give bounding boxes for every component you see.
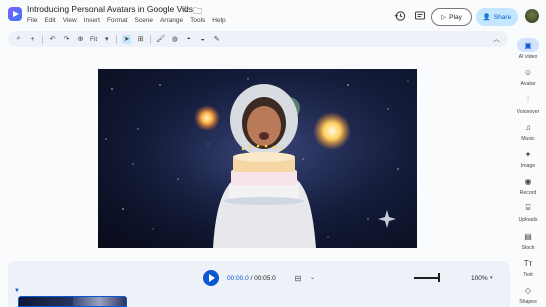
fill-color-icon[interactable]: ◒ [198,35,207,44]
timeline-clip[interactable] [18,296,127,307]
sidebar-item-label: Image [520,163,536,169]
menu-scene[interactable]: Scene [135,17,153,24]
sidebar-item-ai-video[interactable]: ▣ AI video [510,38,546,64]
zoom-icon[interactable]: ⊕ [76,35,85,44]
sidebar-item-image[interactable]: ✦ Image [510,147,546,173]
sidebar-item-label: AI video [518,54,538,60]
timeline-play-button[interactable] [203,270,219,286]
chevron-down-icon[interactable]: ▾ [490,275,493,281]
version-history-icon[interactable] [394,10,406,22]
background-color-icon[interactable]: ◍ [170,35,179,44]
sidebar-item-shapes[interactable]: ◇ Shapes [510,283,546,307]
collapse-toolbar-icon[interactable]: ︿ [493,34,500,44]
sidebar-item-music[interactable]: ♫ Music [510,120,546,146]
menu-format[interactable]: Format [107,17,128,24]
sidebar-item-label: Uploads [518,217,538,223]
share-button[interactable]: 👤 Share [476,8,518,26]
paint-format-icon[interactable]: 🖌 [156,35,165,44]
account-avatar[interactable] [525,9,539,23]
play-button[interactable]: ▷ Play [431,8,472,26]
add-icon[interactable]: + [28,35,37,44]
border-color-icon[interactable]: ◓ [184,35,193,44]
menu-file[interactable]: File [27,17,37,24]
menu-help[interactable]: Help [212,17,225,24]
avatar-icon: ☺ [523,67,533,77]
chevron-down-icon[interactable]: ▾ [102,35,111,44]
toolbar-divider [42,34,43,44]
text-icon: Tт [523,258,533,268]
comments-icon[interactable] [414,10,426,22]
sidebar-item-avatar[interactable]: ☺ Avatar [510,65,546,91]
sidebar-item-label: Avatar [520,81,536,87]
sidebar-item-voiceover[interactable]: ⫶ Voiceover [510,93,546,119]
uploads-icon: ⌸ [525,203,531,212]
ai-video-icon: ▣ [517,38,539,52]
insert-text-box-icon[interactable]: ⊞ [136,35,145,44]
editor-toolbar: ⌕ + ↶ ↷ ⊕ Fit ▾ ➤ ⊞ 🖌 ◍ ◓ ◒ ✎ ︿ [8,31,508,47]
play-icon: ▷ [441,14,447,21]
toolbar-divider [150,34,152,44]
stock-icon: ▤ [524,231,532,241]
timeline-zoom-level[interactable]: 100% [471,275,488,282]
edit-icon[interactable]: ✎ [212,35,221,44]
menu-arrange[interactable]: Arrange [160,17,183,24]
redo-icon[interactable]: ↷ [62,35,71,44]
sidebar-item-record[interactable]: ◉ Record [510,174,546,200]
video-scene-preview[interactable] [98,69,417,248]
sidebar-item-label: Music [521,136,535,142]
toolbar-divider [116,34,118,44]
vids-logo-icon[interactable] [8,7,22,21]
sidebar-item-uploads[interactable]: ⌸ Uploads [510,201,546,227]
menu-view[interactable]: View [63,17,77,24]
clip-thumbnail [19,297,73,306]
playhead-marker-icon[interactable]: ▼ [14,288,20,294]
timeline-zoom-handle[interactable] [438,273,440,282]
select-cursor-icon[interactable]: ➤ [122,34,132,44]
play-button-label: Play [449,13,462,21]
music-icon: ♫ [525,122,531,132]
chevron-down-icon[interactable]: ⌄ [310,274,315,281]
undo-icon[interactable]: ↶ [48,35,57,44]
sidebar-item-stock[interactable]: ▤ Stock [510,229,546,255]
zoom-fit-select[interactable]: Fit [90,36,97,43]
menu-edit[interactable]: Edit [44,17,55,24]
image-icon: ✦ [524,149,532,159]
menu-insert[interactable]: Insert [84,17,100,24]
search-icon[interactable]: ⌕ [14,35,23,44]
sidebar-item-text[interactable]: Tт Text [510,256,546,282]
right-sidebar: ▣ AI video ☺ Avatar ⫶ Voiceover ♫ Music … [510,33,546,307]
current-time: 00:00.0 [227,275,249,282]
sidebar-item-label: Record [519,190,537,196]
clip-thumbnail [72,297,126,306]
timeline-zoom-slider[interactable] [414,277,439,279]
menu-tools[interactable]: Tools [190,17,205,24]
sidebar-item-label: Text [523,272,533,278]
voiceover-icon: ⫶ [527,95,529,104]
sidebar-item-label: Voiceover [516,109,540,115]
record-icon: ◉ [524,176,532,186]
sidebar-item-label: Shapes [519,299,537,305]
playback-time: 00:00.0 / 00:05.0 [227,275,276,282]
person-add-icon: 👤 [482,14,491,21]
shapes-icon: ◇ [524,285,532,295]
sidebar-item-label: Stock [521,245,535,251]
share-button-label: Share [493,13,512,21]
menu-bar: File Edit View Insert Format Scene Arran… [27,17,226,24]
document-title[interactable]: Introducing Personal Avatars in Google V… [27,4,193,14]
top-bar: Introducing Personal Avatars in Google V… [0,0,546,30]
captions-icon[interactable]: ⊟ [291,271,305,285]
total-duration: 00:05.0 [254,275,276,282]
